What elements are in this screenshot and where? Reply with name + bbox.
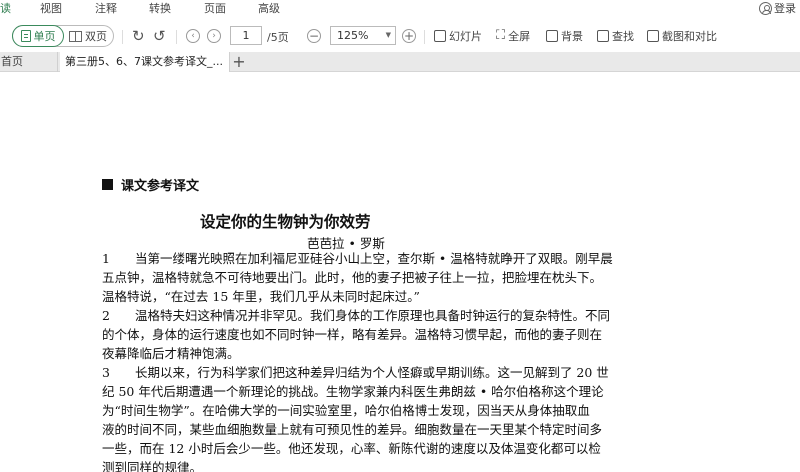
new-tab-button[interactable]: +: [232, 52, 246, 72]
toolbar-divider: [176, 30, 177, 44]
toolbar-divider: [424, 30, 425, 44]
zoom-select[interactable]: 125% ▼: [330, 26, 396, 45]
screenshot-compare-button[interactable]: 截图和对比: [647, 26, 717, 46]
rotate-left-button[interactable]: ↺: [153, 26, 166, 46]
double-page-label: 双页: [85, 30, 107, 43]
fullscreen-label: 全屏: [508, 30, 531, 43]
menu-annotate[interactable]: 注释: [95, 2, 117, 16]
zoom-out-button[interactable]: −: [307, 26, 321, 46]
next-page-button[interactable]: ›: [207, 26, 221, 46]
zoom-in-button[interactable]: +: [402, 26, 416, 46]
text-line: 测到同样的规律。: [102, 460, 203, 472]
screenshot-icon: [647, 30, 659, 42]
text-line: 温格特说，“在过去 15 年里，我们几乎从未同时起床过。”: [102, 289, 420, 304]
login-label: 登录: [774, 2, 796, 15]
text-line: 2 温格特夫妇这种情况并非罕见。我们身体的工作原理也具备时钟运行的复杂特性。不同: [102, 308, 610, 323]
tab-home[interactable]: 首页: [0, 52, 58, 72]
text-line: 为“时间生物学”。在哈佛大学的一间实验室里，哈尔伯格博士发现，因当天从身体抽取血: [102, 403, 590, 418]
fullscreen-button[interactable]: ⛶ 全屏: [496, 26, 530, 46]
text-line: 液的时间不同，某些血细胞数量上就有可预见性的差异。细胞数量在一天里某个特定时间多: [102, 422, 603, 437]
chevron-right-icon: ›: [207, 29, 221, 43]
single-page-icon: [20, 30, 31, 42]
find-button[interactable]: 查找: [597, 26, 634, 46]
section-heading: 课文参考译文: [102, 175, 199, 194]
text-line: 1 当第一缕曙光映照在加利福尼亚硅谷小山上空，查尔斯 • 温格特就睁开了双眼。刚…: [102, 251, 613, 266]
find-label: 查找: [612, 30, 634, 43]
plus-icon: +: [232, 52, 246, 71]
document-page: 课文参考译文 设定你的生物钟为你效劳 芭芭拉 • 罗斯 1 当第一缕曙光映照在加…: [0, 72, 800, 472]
slideshow-icon: [434, 30, 446, 42]
chevron-down-icon: ▼: [385, 31, 391, 39]
menu-bar: 读 视图 注释 转换 页面 高级 登录: [0, 0, 800, 20]
page-total: /5页: [267, 31, 289, 44]
chevron-left-icon: ‹: [186, 29, 200, 43]
rotate-right-button[interactable]: ↻: [132, 26, 145, 46]
single-page-button[interactable]: 单页: [12, 25, 64, 47]
toolbar-divider: [122, 30, 123, 44]
section-heading-text: 课文参考译文: [121, 179, 200, 194]
text-line: 3 长期以来，行为科学家们把这种差异归结为个人怪癖或早期训练。这一见解到了 20…: [102, 365, 609, 380]
single-page-label: 单页: [33, 30, 56, 43]
login-button[interactable]: 登录: [759, 0, 796, 16]
square-bullet-icon: [102, 179, 113, 190]
menu-advanced[interactable]: 高级: [258, 2, 280, 16]
document-title: 设定你的生物钟为你效劳: [200, 212, 371, 231]
toolbar: 单页 双页 ↻ ↺ ‹ › 1 /5页 − 125% ▼ + 幻灯片 ⛶ 全屏 …: [0, 20, 800, 52]
view-mode-toggle: 单页 双页: [12, 25, 114, 47]
plus-icon: +: [402, 28, 416, 43]
text-line: 一些，而在 12 小时后会少一些。他还发现，心率、新陈代谢的速度以及体温变化都可…: [102, 441, 601, 456]
menu-view[interactable]: 视图: [40, 2, 62, 16]
screenshot-compare-label: 截图和对比: [662, 30, 717, 43]
menu-convert[interactable]: 转换: [149, 2, 171, 16]
user-icon: [759, 1, 772, 15]
text-line: 夜幕降临后才精神饱满。: [102, 346, 240, 361]
background-label: 背景: [561, 30, 583, 43]
double-page-icon: [69, 30, 82, 42]
rotate-counterclockwise-icon: ↺: [153, 27, 166, 45]
search-icon: [597, 30, 609, 42]
text-line: 纪 50 年代后期遭遇一个新理论的挑战。生物学家兼内科医生弗朗兹 • 哈尔伯格称…: [102, 384, 604, 399]
slideshow-label: 幻灯片: [449, 30, 482, 43]
tab-document[interactable]: 第三册5、6、7课文参考译文_...: [60, 52, 230, 72]
slideshow-button[interactable]: 幻灯片: [434, 26, 482, 46]
text-line: 的个体，身体的运行速度也如不同时钟一样，略有差异。温格特习惯早起，而他的妻子则在: [102, 327, 603, 342]
page-number-input[interactable]: 1: [230, 26, 262, 45]
zoom-value: 125%: [337, 29, 369, 42]
menu-page[interactable]: 页面: [204, 2, 226, 16]
background-icon: [546, 30, 558, 42]
prev-page-button[interactable]: ‹: [186, 26, 200, 46]
text-line: 五点钟，温格特就急不可待地要出门。此时，他的妻子把被子往上一拉，把脸埋在枕头下。: [102, 270, 603, 285]
rotate-clockwise-icon: ↻: [132, 27, 145, 45]
fullscreen-icon: ⛶: [496, 28, 506, 43]
double-page-button[interactable]: 双页: [63, 26, 113, 46]
tab-bar: 首页 第三册5、6、7课文参考译文_... +: [0, 52, 800, 72]
menu-read[interactable]: 读: [0, 2, 11, 16]
background-button[interactable]: 背景: [546, 26, 583, 46]
minus-icon: −: [307, 28, 321, 43]
